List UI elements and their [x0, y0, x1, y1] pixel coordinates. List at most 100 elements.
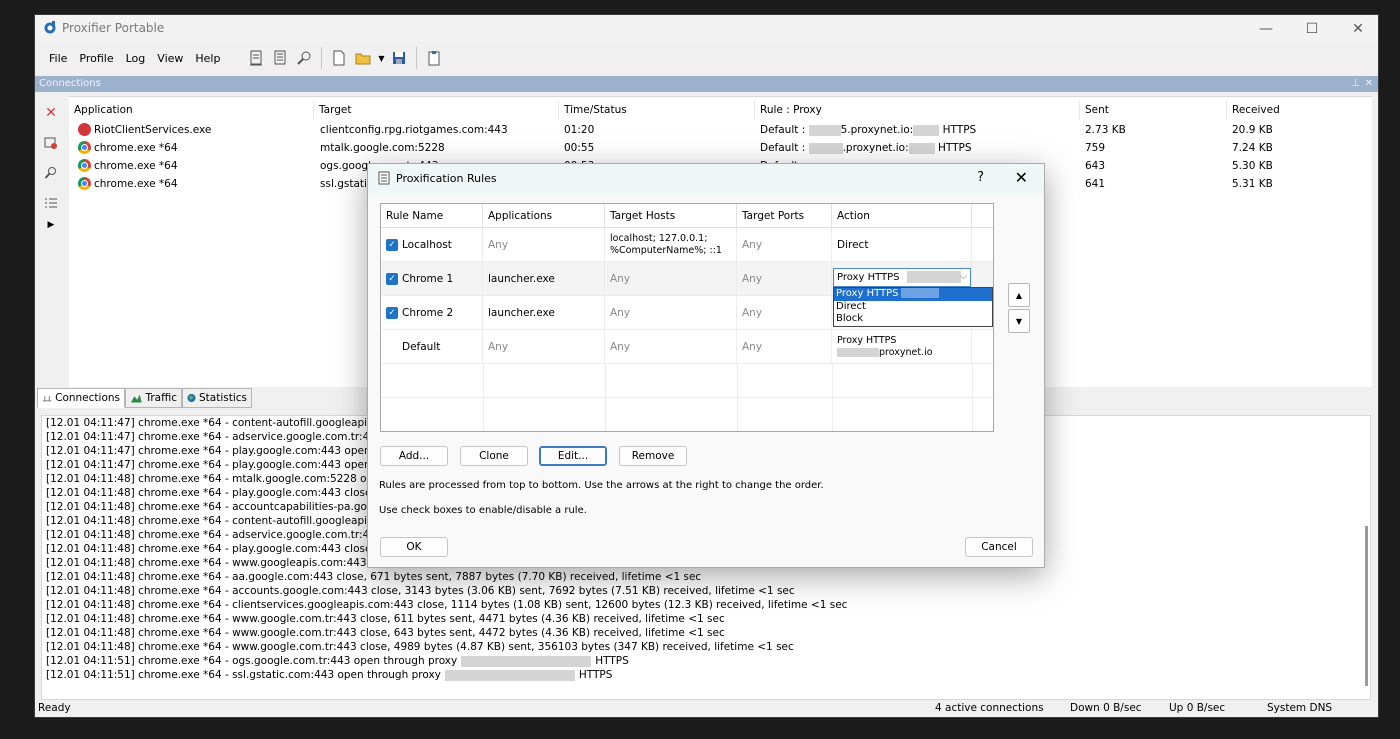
rule-action: Direct	[832, 228, 972, 262]
option-block[interactable]: Block	[834, 313, 992, 326]
menu-profile[interactable]: Profile	[73, 52, 119, 65]
title-bar: Proxifier Portable — ☐ ✕	[35, 15, 1378, 42]
status-dns: System DNS	[1267, 702, 1333, 714]
cell-sent: 643	[1085, 160, 1106, 172]
status-up-rate: Up 0 B/sec	[1169, 702, 1226, 714]
menu-help[interactable]: Help	[189, 52, 226, 65]
option-direct[interactable]: Direct	[834, 301, 992, 314]
col-application[interactable]: Application	[69, 101, 314, 119]
maximize-button[interactable]: ☐	[1292, 15, 1332, 42]
dialog-title-bar: Proxification Rules ? ✕	[368, 164, 1044, 194]
col-sent[interactable]: Sent	[1080, 101, 1227, 119]
rule-checkbox[interactable]: ✓	[386, 307, 398, 319]
col-rule-proxy[interactable]: Rule : Proxy	[755, 101, 1080, 119]
panel-close-icon[interactable]: ✕	[1365, 76, 1373, 92]
dialog-close-button[interactable]: ✕	[1015, 168, 1028, 187]
log-line: [12.01 04:11:48] chrome.exe *64 - www.go…	[46, 627, 725, 639]
rule-row-localhost[interactable]: ✓ Localhost Any localhost; 127.0.0.1; %Com…	[381, 228, 993, 262]
rule-ports: Any	[737, 228, 832, 262]
dropdown-arrow-icon[interactable]: ▼	[376, 47, 386, 69]
expand-arrow-icon[interactable]: ▶	[43, 217, 59, 233]
col-target-ports[interactable]: Target Ports	[737, 204, 832, 228]
col-applications[interactable]: Applications	[483, 204, 605, 228]
help-button[interactable]: ?	[977, 170, 984, 185]
remove-rule-button[interactable]: Remove	[619, 446, 687, 466]
close-button[interactable]: ✕	[1338, 15, 1378, 42]
riot-icon	[78, 122, 91, 136]
add-rule-button[interactable]: Add...	[380, 446, 448, 466]
log-line: [12.01 04:11:47] chrome.exe *64 - play.g…	[46, 445, 416, 457]
log-line: [12.01 04:11:48] chrome.exe *64 - accoun…	[46, 585, 795, 597]
pin-icon[interactable]: ⊥	[1351, 76, 1360, 92]
col-target[interactable]: Target	[314, 101, 559, 119]
rule-apps: Any	[483, 228, 605, 262]
table-row[interactable]: chrome.exe *64	[73, 175, 313, 193]
rule-checkbox[interactable]: ✓	[386, 273, 398, 285]
log-scrollbar[interactable]	[1365, 526, 1368, 686]
cell-rule: Default : 5.proxynet.io: HTTPS	[760, 124, 977, 136]
table-row[interactable]: RiotClientServices.exe	[73, 121, 313, 139]
col-rule-name[interactable]: Rule Name	[381, 204, 483, 228]
col-received[interactable]: Received	[1227, 101, 1372, 119]
rule-ports: Any	[737, 262, 832, 296]
rule-checkbox[interactable]: ✓	[386, 239, 398, 251]
proxification-rules-dialog: Proxification Rules ? ✕ Rule Name Applic…	[367, 163, 1045, 568]
log-line: [12.01 04:11:48] chrome.exe *64 - adserv…	[46, 529, 414, 541]
minimize-button[interactable]: —	[1246, 15, 1286, 42]
col-target-hosts[interactable]: Target Hosts	[605, 204, 737, 228]
find-icon[interactable]	[43, 165, 59, 181]
clone-rule-button[interactable]: Clone	[460, 446, 528, 466]
clipboard-icon[interactable]	[423, 47, 445, 69]
edit-rule-button[interactable]: Edit...	[539, 446, 607, 466]
open-folder-icon[interactable]	[352, 47, 374, 69]
name-resolution-icon[interactable]	[293, 47, 315, 69]
log-line: [12.01 04:11:51] chrome.exe *64 - ssl.gs…	[46, 669, 613, 681]
proxy-servers-icon[interactable]	[245, 47, 267, 69]
kill-process-icon[interactable]	[43, 135, 59, 151]
empty-row	[381, 364, 993, 398]
cell-rule: Default : .proxynet.io: HTTPS	[760, 142, 972, 154]
status-bar: Ready 4 active connections Down 0 B/sec …	[35, 699, 1378, 717]
status-active-connections: 4 active connections	[935, 702, 1044, 714]
ok-button[interactable]: OK	[380, 537, 448, 557]
tab-statistics[interactable]: Statistics	[182, 388, 252, 408]
menu-file[interactable]: File	[43, 52, 73, 65]
tab-traffic[interactable]: Traffic	[125, 388, 182, 408]
menu-view[interactable]: View	[151, 52, 189, 65]
cell-time: 01:20	[564, 124, 595, 136]
action-combobox[interactable]: Proxy HTTPS ⌵	[833, 268, 971, 287]
rules-icon[interactable]	[269, 47, 291, 69]
list-view-icon[interactable]	[43, 195, 59, 211]
col-action[interactable]: Action	[832, 204, 972, 228]
rule-apps: Any	[483, 330, 605, 364]
cell-sent: 2.73 KB	[1085, 124, 1126, 136]
table-row[interactable]: chrome.exe *64	[73, 139, 313, 157]
rule-row-default[interactable]: Default Any Any Any Proxy HTTPS proxynet.…	[381, 330, 993, 364]
menu-log[interactable]: Log	[120, 52, 152, 65]
move-up-button[interactable]: ▲	[1008, 283, 1030, 307]
rule-hosts: Any	[605, 296, 737, 330]
rule-action: Proxy HTTPS proxynet.io	[832, 330, 972, 364]
close-connection-icon[interactable]: ✕	[43, 105, 59, 121]
cell-time: 00:55	[564, 142, 595, 154]
new-profile-icon[interactable]	[328, 47, 350, 69]
rule-checkbox-placeholder	[386, 341, 398, 353]
option-proxy-https[interactable]: Proxy HTTPSproxynet.io	[834, 288, 992, 312]
cell-received: 20.9 KB	[1232, 124, 1273, 136]
save-icon[interactable]	[388, 47, 410, 69]
side-toolbar: ✕ ▶	[35, 93, 69, 387]
dialog-title: Proxification Rules	[396, 172, 497, 185]
proxifier-logo-icon	[44, 21, 56, 34]
connections-panel-header: Connections ⊥ ✕	[35, 76, 1378, 92]
toolbar-separator	[416, 47, 418, 69]
action-dropdown-list: Proxy HTTPSproxynet.io Direct Block	[833, 287, 993, 327]
chrome-icon	[78, 176, 91, 190]
log-line: [12.01 04:11:48] chrome.exe *64 - www.go…	[46, 557, 397, 569]
table-row[interactable]: chrome.exe *64	[73, 157, 313, 175]
col-time-status[interactable]: Time/Status	[559, 101, 755, 119]
tab-connections[interactable]: Connections	[37, 388, 125, 408]
cancel-button[interactable]: Cancel	[965, 537, 1033, 557]
rule-hosts: localhost; 127.0.0.1; %ComputerName%; ::1	[605, 228, 737, 262]
move-down-button[interactable]: ▼	[1008, 309, 1030, 333]
rule-hosts: Any	[605, 330, 737, 364]
